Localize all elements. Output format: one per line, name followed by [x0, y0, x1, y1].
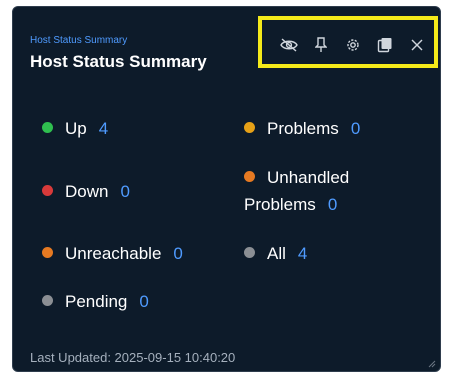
- status-count-problems[interactable]: 0: [351, 117, 360, 140]
- copy-button[interactable]: [372, 33, 398, 57]
- status-label-pending: Pending: [65, 292, 128, 311]
- last-updated-text: Last Updated: 2025-09-15 10:40:20: [30, 350, 236, 365]
- status-unhandled-problems: Unhandled Problems 0: [244, 166, 349, 216]
- hide-button[interactable]: [276, 33, 302, 57]
- status-count-pending[interactable]: 0: [139, 290, 148, 313]
- widget-title: Host Status Summary: [30, 52, 207, 71]
- gear-icon: [347, 39, 359, 51]
- widget-toolbar: [276, 33, 436, 57]
- resize-handle-icon[interactable]: [428, 360, 436, 368]
- status-dot-problems: [244, 122, 255, 133]
- settings-button[interactable]: [340, 33, 366, 57]
- eye-off-icon: [280, 38, 298, 52]
- status-up: Up 4: [42, 117, 108, 140]
- status-count-unhandled[interactable]: 0: [328, 193, 337, 216]
- status-count-unreachable[interactable]: 0: [173, 242, 182, 265]
- status-all: All 4: [244, 242, 307, 265]
- status-label-unhandled-line1: Unhandled: [267, 168, 350, 187]
- status-dot-unhandled: [244, 171, 255, 182]
- status-label-down: Down: [65, 182, 109, 201]
- status-pending: Pending 0: [42, 290, 149, 313]
- status-dot-all: [244, 247, 255, 258]
- widget-subtitle: Host Status Summary: [30, 35, 128, 46]
- close-icon: [411, 39, 423, 51]
- status-down: Down 0: [42, 180, 130, 203]
- status-label-all: All: [267, 244, 286, 263]
- status-dot-down: [42, 185, 53, 196]
- status-label-unhandled-line2: Problems: [244, 195, 316, 214]
- status-count-up[interactable]: 4: [99, 117, 108, 140]
- status-problems: Problems 0: [244, 117, 360, 140]
- status-dot-pending: [42, 295, 53, 306]
- status-dot-unreachable: [42, 247, 53, 258]
- copy-icon: [377, 38, 392, 53]
- status-label-up: Up: [65, 119, 87, 138]
- pin-button[interactable]: [308, 33, 334, 57]
- status-label-problems: Problems: [267, 119, 339, 138]
- status-unreachable: Unreachable 0: [42, 242, 183, 265]
- pin-icon: [315, 37, 327, 52]
- close-button[interactable]: [404, 33, 430, 57]
- status-label-unreachable: Unreachable: [65, 244, 162, 263]
- status-count-all[interactable]: 4: [298, 242, 307, 265]
- status-dot-up: [42, 122, 53, 133]
- status-count-down[interactable]: 0: [120, 180, 129, 203]
